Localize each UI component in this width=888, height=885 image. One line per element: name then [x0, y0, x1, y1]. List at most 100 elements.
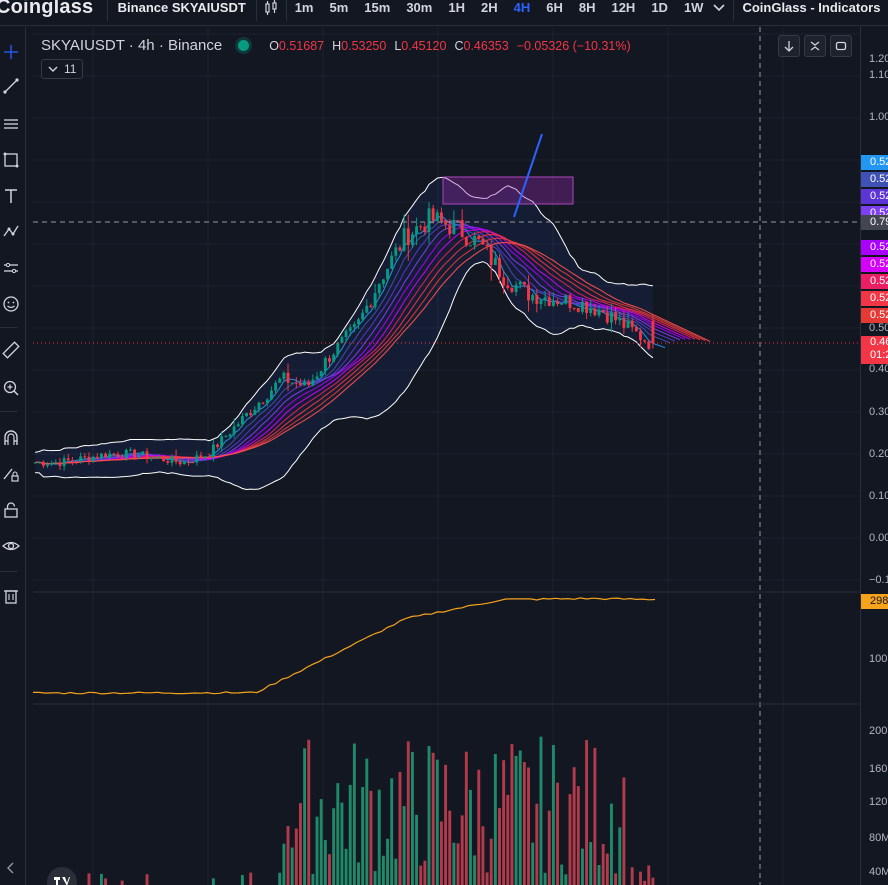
move-down-button[interactable]	[778, 35, 800, 57]
candle-body	[116, 454, 120, 457]
crosshair-icon[interactable]	[0, 39, 22, 65]
volume-bar	[386, 838, 389, 885]
interval-12h[interactable]: 12H	[603, 0, 643, 15]
candle-body	[469, 245, 472, 247]
chart-type-button[interactable]	[257, 0, 287, 21]
price-tick: 0.10	[869, 490, 888, 502]
volume-tick: 80M	[869, 832, 888, 844]
candle-body	[319, 371, 323, 377]
candle-body	[498, 258, 501, 278]
candle-body	[643, 340, 647, 342]
interval-15m[interactable]: 15m	[356, 0, 398, 15]
volume-bar	[630, 867, 634, 885]
indicators-collapse-button[interactable]: 11	[41, 59, 84, 79]
interval-1h[interactable]: 1H	[440, 0, 473, 15]
candle-body	[369, 305, 373, 308]
chart-pane[interactable]: SKYAIUSDT · 4h · Binance O0.51687 H0.532…	[33, 27, 860, 885]
volume-bar	[299, 803, 302, 885]
candle-body	[481, 238, 485, 245]
trash-icon[interactable]	[0, 583, 22, 609]
candle-body	[410, 234, 414, 245]
candle-body	[539, 300, 543, 305]
interval-1d[interactable]: 1D	[643, 0, 676, 15]
volume-bar	[315, 816, 319, 885]
candle-body	[427, 208, 431, 233]
candle-body	[634, 327, 638, 332]
chevron-down-icon[interactable]	[711, 0, 727, 21]
candle-body	[605, 312, 609, 323]
volume-bar	[605, 853, 609, 885]
volume-bar	[568, 794, 572, 885]
interval-1w[interactable]: 1W	[676, 0, 712, 15]
indicators-button[interactable]: CoinGlass - Indicators	[734, 0, 888, 21]
lock-drawing-icon[interactable]	[0, 461, 22, 487]
chevron-down-icon	[48, 66, 58, 72]
price-axis[interactable]: 1.20 1.10 1.00 0.50 0.40 0.30 0.20 0.10 …	[860, 27, 888, 885]
volume-bar	[452, 842, 456, 885]
rectangle-tool-icon[interactable]	[0, 147, 22, 173]
drawn-rectangle[interactable]	[442, 176, 574, 205]
volume-bar	[543, 872, 547, 885]
interval-8h[interactable]: 8H	[571, 0, 604, 15]
interval-1m[interactable]: 1m	[287, 0, 322, 15]
brand-logo[interactable]: Coinglass	[0, 0, 108, 21]
emoji-icon[interactable]	[0, 291, 22, 317]
candle-body	[278, 378, 282, 383]
volume-bar	[522, 762, 526, 885]
collapse-left-icon[interactable]	[0, 855, 22, 881]
volume-tick: 40M	[869, 866, 888, 878]
candle-body	[489, 245, 493, 265]
interval-6h[interactable]: 6H	[538, 0, 571, 15]
volume-bar	[473, 855, 477, 885]
symbol-title[interactable]: SKYAIUSDT · 4h · Binance	[41, 37, 222, 54]
zoom-in-icon[interactable]	[0, 375, 22, 401]
candle-body	[406, 228, 410, 245]
interval-2h[interactable]: 2H	[473, 0, 506, 15]
price-tick: 1.20	[869, 53, 888, 65]
candle-body	[580, 301, 584, 312]
pattern-tool-icon[interactable]	[0, 219, 22, 245]
candle-body	[460, 220, 464, 238]
candle-body	[535, 295, 539, 305]
candle-body	[286, 372, 290, 383]
candle-body	[630, 320, 634, 328]
candle-body	[564, 295, 568, 304]
volume-bar	[585, 740, 589, 885]
high-value: 0.53250	[341, 38, 387, 53]
price-tick: 0.20	[869, 448, 888, 460]
candle-body	[153, 457, 157, 459]
horizontal-lines-icon[interactable]	[0, 111, 22, 137]
candle-body	[158, 456, 161, 458]
symbol-search-button[interactable]: Binance SKYAIUSDT	[108, 0, 257, 21]
candle-body	[651, 320, 655, 344]
candle-body	[220, 436, 224, 447]
candle-body	[37, 461, 41, 463]
text-tool-icon[interactable]	[0, 183, 22, 209]
interval-5m[interactable]: 5m	[321, 0, 356, 15]
maximize-pane-button[interactable]	[830, 35, 852, 57]
interval-4h[interactable]: 4H	[506, 0, 539, 15]
collapse-pane-button[interactable]	[804, 35, 826, 57]
lock-icon[interactable]	[0, 497, 22, 523]
candle-body	[162, 456, 166, 462]
volume-bar	[311, 873, 315, 885]
candle-body	[104, 453, 108, 458]
candle-body	[551, 301, 555, 306]
volume-bar	[560, 864, 564, 885]
volume-bar	[319, 799, 323, 885]
candle-body	[91, 456, 95, 462]
candle-body	[547, 297, 551, 306]
volume-tick: 120	[869, 796, 888, 808]
candle-body	[485, 244, 489, 246]
measure-settings-icon[interactable]	[0, 255, 22, 281]
price-chart[interactable]	[33, 27, 860, 885]
trendline-icon[interactable]	[0, 73, 22, 99]
candle-body	[120, 456, 124, 459]
interval-30m[interactable]: 30m	[398, 0, 440, 15]
ruler-icon[interactable]	[0, 337, 22, 363]
volume-bar	[469, 789, 472, 885]
magnet-icon[interactable]	[0, 425, 22, 451]
ma-price-label: 0.52	[861, 155, 888, 170]
visibility-icon[interactable]	[0, 533, 22, 559]
oi-tick: 100	[869, 653, 888, 665]
